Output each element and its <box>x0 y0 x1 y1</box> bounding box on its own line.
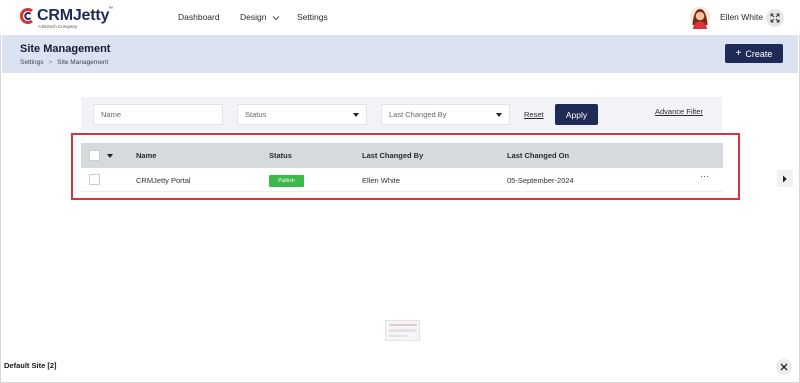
avatar[interactable] <box>689 5 711 29</box>
user-name[interactable]: Ellen White <box>720 12 763 22</box>
close-icon <box>780 363 788 371</box>
default-site-label: Default Site [2] <box>4 361 57 370</box>
crmjetty-logo-icon <box>20 8 33 24</box>
brand-name: CRMJetty <box>37 7 110 24</box>
row-menu-button[interactable]: ··· <box>700 171 709 181</box>
nav-design-label: Design <box>240 12 267 22</box>
thumbnail-line <box>389 329 417 332</box>
chevron-down-icon <box>272 15 280 20</box>
breadcrumb-settings[interactable]: Settings <box>20 59 44 66</box>
create-button[interactable]: + Create <box>725 44 783 63</box>
status-filter-select[interactable]: Status <box>237 104 367 125</box>
nav-settings[interactable]: Settings <box>297 12 328 22</box>
chevron-right-icon <box>783 175 787 182</box>
crmjetty-logo[interactable]: CRMJetty ™ A Biztech Company <box>20 6 120 30</box>
breadcrumb-separator: > <box>48 59 53 66</box>
thumbnail-line <box>389 335 407 337</box>
nav-dashboard[interactable]: Dashboard <box>178 12 220 22</box>
last-changed-by-filter-label: Last Changed By <box>389 110 447 119</box>
nav-design[interactable]: Design <box>240 12 280 22</box>
table-header: Name Status Last Changed By Last Changed… <box>81 143 723 168</box>
column-header-name[interactable]: Name <box>136 151 156 160</box>
filter-panel: Name Status Last Changed By Reset Apply … <box>81 97 722 131</box>
expand-button[interactable] <box>766 9 784 27</box>
table-row[interactable]: CRMJetty Portal Publish Ellen White 05-S… <box>81 168 723 192</box>
caret-down-icon <box>496 113 502 117</box>
site-preview-thumbnail[interactable] <box>385 320 420 341</box>
thumbnail-line <box>389 324 417 326</box>
row-checkbox[interactable] <box>89 174 100 185</box>
brand-tagline: A Biztech Company <box>38 24 78 29</box>
last-changed-on-cell: 05-September-2024 <box>507 176 574 185</box>
expand-icon <box>770 13 780 23</box>
apply-button[interactable]: Apply <box>555 104 598 125</box>
column-header-last-changed-on[interactable]: Last Changed On <box>507 151 569 160</box>
advance-filter-link[interactable]: Advance Filter <box>655 107 703 116</box>
breadcrumb-current: Site Management <box>57 59 109 66</box>
page-header: Site Management Settings > Site Management <box>2 35 798 73</box>
plus-icon: + <box>735 48 742 59</box>
brand-trademark: ™ <box>108 6 113 12</box>
next-panel-button[interactable] <box>777 170 793 187</box>
create-button-label: Create <box>745 48 773 59</box>
select-all-checkbox[interactable] <box>89 150 100 161</box>
top-navbar: CRMJetty ™ A Biztech Company Dashboard D… <box>0 0 800 35</box>
last-changed-by-cell: Ellen White <box>362 176 400 185</box>
name-filter-input[interactable]: Name <box>93 104 223 125</box>
status-badge: Publish <box>269 175 304 187</box>
status-filter-label: Status <box>245 110 267 119</box>
column-header-status[interactable]: Status <box>269 151 292 160</box>
site-name-cell[interactable]: CRMJetty Portal <box>136 176 191 185</box>
breadcrumb: Settings > Site Management <box>20 59 108 66</box>
reset-link[interactable]: Reset <box>524 110 544 119</box>
bulk-actions-dropdown-icon[interactable] <box>107 154 113 158</box>
column-header-last-changed-by[interactable]: Last Changed By <box>362 151 423 160</box>
last-changed-by-filter-select[interactable]: Last Changed By <box>381 104 510 125</box>
close-button[interactable] <box>776 359 792 375</box>
page-title: Site Management <box>20 43 111 55</box>
caret-down-icon <box>353 113 359 117</box>
